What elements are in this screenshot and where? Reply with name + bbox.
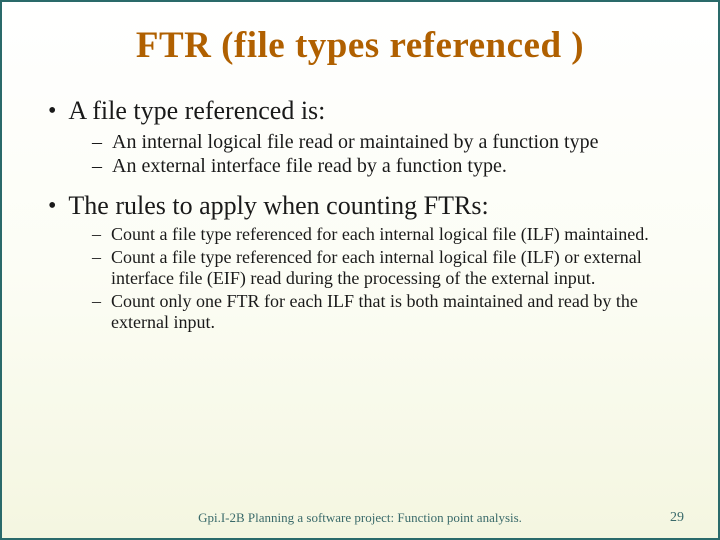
slide-title: FTR (file types referenced ) (42, 24, 678, 67)
section-rules: • The rules to apply when counting FTRs:… (42, 190, 678, 334)
rules-items: – Count a file type referenced for each … (42, 224, 678, 334)
item-text: An external interface file read by a fun… (112, 154, 507, 178)
dash-icon: – (92, 291, 101, 313)
list-item: – An external interface file read by a f… (92, 154, 658, 178)
item-text: An internal logical file read or maintai… (112, 130, 599, 154)
bullet-dot-icon: • (48, 95, 56, 127)
section-definition: • A file type referenced is: – An intern… (42, 95, 678, 178)
list-item: – An internal logical file read or maint… (92, 130, 658, 154)
list-item: – Count only one FTR for each ILF that i… (92, 291, 658, 334)
definition-items: – An internal logical file read or maint… (42, 130, 678, 178)
item-text: Count only one FTR for each ILF that is … (111, 291, 658, 334)
dash-icon: – (92, 224, 101, 246)
bullet-rules-heading: • The rules to apply when counting FTRs: (48, 190, 678, 223)
bullet-definition-heading: • A file type referenced is: (48, 95, 678, 128)
dash-icon: – (92, 247, 101, 269)
item-text: Count a file type referenced for each in… (111, 247, 658, 290)
dash-icon: – (92, 154, 102, 178)
slide: FTR (file types referenced ) • A file ty… (2, 2, 718, 538)
bullet-text: The rules to apply when counting FTRs: (68, 190, 488, 223)
footer: Gpi.I-2B Planning a software project: Fu… (2, 510, 718, 526)
bullet-text: A file type referenced is: (68, 95, 325, 128)
list-item: – Count a file type referenced for each … (92, 247, 658, 290)
list-item: – Count a file type referenced for each … (92, 224, 658, 246)
footer-text: Gpi.I-2B Planning a software project: Fu… (198, 510, 522, 526)
item-text: Count a file type referenced for each in… (111, 224, 649, 246)
bullet-dot-icon: • (48, 190, 56, 222)
page-number: 29 (670, 510, 684, 526)
dash-icon: – (92, 130, 102, 154)
